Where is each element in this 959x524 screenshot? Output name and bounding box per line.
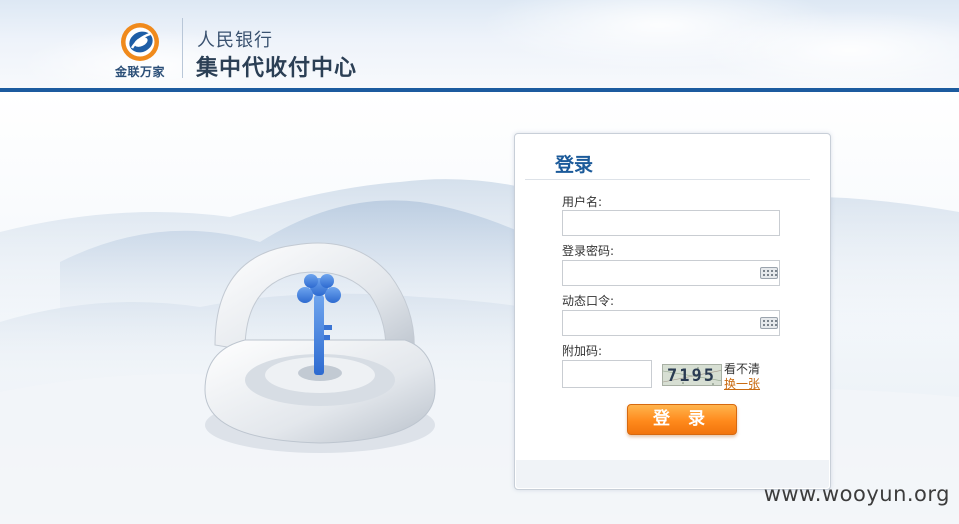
otp-label: 动态口令: [562, 294, 615, 308]
login-button[interactable]: 登 录 [627, 404, 737, 435]
security-key-emblem-icon [204, 242, 436, 453]
logo-text: 金联万家 [114, 65, 165, 79]
login-panel: 登录 用户名: 登录密码: 动态口令: 附加码: 7195 看不清 换一张 登 … [514, 133, 831, 490]
captcha-image[interactable]: 7195 [662, 364, 722, 386]
captcha-code: 7195 [667, 366, 716, 386]
username-label: 用户名: [562, 195, 603, 209]
otp-input[interactable] [562, 310, 780, 336]
password-label: 登录密码: [562, 244, 615, 258]
password-input[interactable] [562, 260, 780, 286]
captcha-refresh-link[interactable]: 换一张 [724, 375, 760, 392]
title-divider [525, 179, 810, 180]
page-header: 金联万家 人民银行 集中代收付中心 [0, 0, 959, 88]
system-title: 集中代收付中心 [196, 56, 358, 81]
header-divider [182, 18, 183, 78]
captcha-label: 附加码: [562, 344, 603, 358]
username-input[interactable] [562, 210, 780, 236]
keyboard-icon[interactable] [760, 267, 778, 279]
bank-name: 人民银行 [197, 30, 273, 51]
login-title: 登录 [555, 154, 594, 176]
keyboard-icon[interactable] [760, 317, 778, 329]
captcha-input[interactable] [562, 360, 652, 388]
watermark: www.wooyun.org [763, 482, 950, 506]
